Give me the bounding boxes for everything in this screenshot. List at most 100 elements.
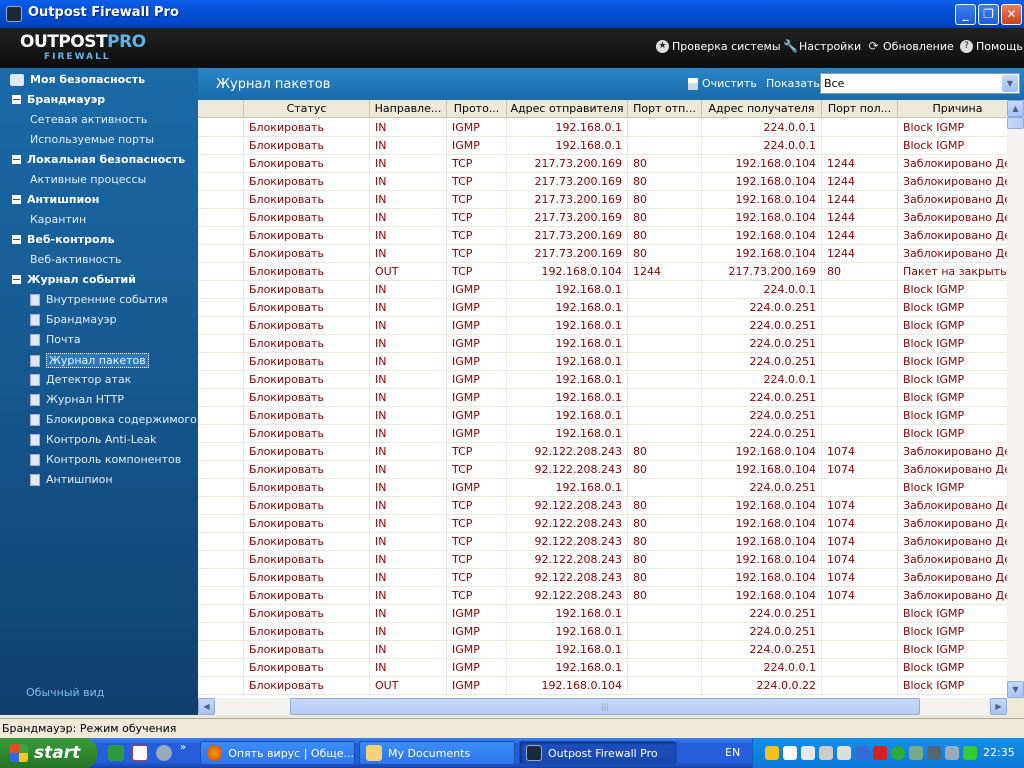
system-check-button[interactable]: ★ Проверка системы bbox=[656, 40, 781, 53]
tray-icon[interactable] bbox=[891, 746, 905, 760]
close-button[interactable]: ✕ bbox=[1001, 4, 1022, 25]
table-row[interactable]: Блокировать OUT TCP 192.168.0.104 1244 217.73… bbox=[198, 263, 1007, 281]
tray-icon[interactable] bbox=[909, 746, 923, 760]
minimize-button[interactable]: _ bbox=[955, 4, 976, 25]
collapse-icon[interactable] bbox=[12, 95, 21, 104]
tray-icon[interactable] bbox=[963, 746, 977, 760]
table-row[interactable]: Блокировать IN IGMP 192.168.0.1 224.0.0.251 B… bbox=[198, 605, 1007, 623]
column-header[interactable]: Прото... bbox=[447, 100, 507, 118]
collapse-icon[interactable] bbox=[12, 275, 21, 284]
table-row[interactable]: Блокировать IN IGMP 192.168.0.1 224.0.0.1 Blo… bbox=[198, 659, 1007, 677]
sidebar-item-web-activity[interactable]: Веб-активность bbox=[30, 253, 121, 266]
taskbar-item-my-documents[interactable]: My Documents bbox=[359, 741, 515, 765]
column-header[interactable]: Адрес отправителя bbox=[507, 100, 628, 118]
taskbar-item-firefox[interactable]: Опять вирус | Обще... bbox=[200, 741, 355, 765]
taskbar-item-outpost[interactable]: Outpost Firewall Pro bbox=[519, 741, 677, 765]
table-row[interactable]: Блокировать IN IGMP 192.168.0.1 224.0.0.251 B… bbox=[198, 389, 1007, 407]
sidebar-item-quarantine[interactable]: Карантин bbox=[30, 213, 86, 226]
table-row[interactable]: Блокировать IN IGMP 192.168.0.1 224.0.0.1 Blo… bbox=[198, 281, 1007, 299]
normal-view-link[interactable]: Обычный вид bbox=[26, 686, 104, 699]
table-row[interactable]: Блокировать IN TCP 217.73.200.169 80 192.168.… bbox=[198, 209, 1007, 227]
network-icon[interactable] bbox=[927, 746, 941, 760]
quicklaunch-icon[interactable] bbox=[156, 745, 172, 761]
sidebar-section-my-security[interactable]: Моя безопасность bbox=[10, 73, 145, 86]
sidebar-item-attack-detector[interactable]: Детектор атак bbox=[30, 373, 131, 386]
scroll-left-button[interactable]: ◀ bbox=[198, 698, 215, 715]
table-row[interactable]: Блокировать IN IGMP 192.168.0.1 224.0.0.251 B… bbox=[198, 425, 1007, 443]
sidebar-item-mail[interactable]: Почта bbox=[30, 333, 81, 346]
sidebar-item-component-control[interactable]: Контроль компонентов bbox=[30, 453, 181, 466]
table-row[interactable]: Блокировать IN IGMP 192.168.0.1 224.0.0.251 B… bbox=[198, 479, 1007, 497]
collapse-icon[interactable] bbox=[12, 155, 21, 164]
table-row[interactable]: Блокировать IN IGMP 192.168.0.1 224.0.0.251 B… bbox=[198, 353, 1007, 371]
sidebar-section-web-control[interactable]: Веб-контроль bbox=[12, 233, 115, 246]
table-row[interactable]: Блокировать IN TCP 92.122.208.243 80 192.168.… bbox=[198, 515, 1007, 533]
sidebar-item-anti-leak[interactable]: Контроль Anti-Leak bbox=[30, 433, 157, 446]
table-row[interactable]: Блокировать IN TCP 92.122.208.243 80 192.168.… bbox=[198, 587, 1007, 605]
table-row[interactable]: Блокировать IN TCP 217.73.200.169 80 192.168.… bbox=[198, 245, 1007, 263]
column-header[interactable]: Адрес получателя bbox=[702, 100, 822, 118]
table-row[interactable]: Блокировать IN IGMP 192.168.0.1 224.0.0.1 Blo… bbox=[198, 119, 1007, 137]
scroll-right-button[interactable]: ▶ bbox=[990, 698, 1007, 715]
horizontal-scrollbar[interactable]: ◀ ||| ▶ bbox=[198, 698, 1007, 715]
column-header[interactable] bbox=[198, 100, 244, 118]
horizontal-scroll-thumb[interactable]: ||| bbox=[290, 698, 920, 715]
vertical-scrollbar[interactable]: ▲ ▼ bbox=[1007, 100, 1024, 698]
table-row[interactable]: Блокировать IN TCP 92.122.208.243 80 192.168.… bbox=[198, 461, 1007, 479]
table-row[interactable]: Блокировать IN IGMP 192.168.0.1 224.0.0.251 B… bbox=[198, 317, 1007, 335]
column-header[interactable]: Порт отп... bbox=[628, 100, 702, 118]
table-row[interactable]: Блокировать IN IGMP 192.168.0.1 224.0.0.1 Blo… bbox=[198, 371, 1007, 389]
tray-icon[interactable] bbox=[801, 746, 815, 760]
language-indicator[interactable]: EN bbox=[725, 746, 740, 759]
table-row[interactable]: Блокировать IN TCP 92.122.208.243 80 192.168.… bbox=[198, 497, 1007, 515]
table-row[interactable]: Блокировать OUT IGMP 192.168.0.104 224.0.0.2… bbox=[198, 677, 1007, 695]
column-header[interactable]: Порт пол... bbox=[822, 100, 898, 118]
maximize-button[interactable]: ❐ bbox=[978, 4, 999, 25]
start-button[interactable]: start bbox=[0, 738, 97, 768]
table-row[interactable]: Блокировать IN TCP 92.122.208.243 80 192.168.… bbox=[198, 569, 1007, 587]
sidebar-item-content-blocking[interactable]: Блокировка содержимого bbox=[30, 413, 197, 426]
column-header[interactable]: Статус bbox=[244, 100, 370, 118]
table-row[interactable]: Блокировать IN TCP 217.73.200.169 80 192.168.… bbox=[198, 191, 1007, 209]
collapse-icon[interactable] bbox=[12, 195, 21, 204]
sidebar-item-http-log[interactable]: Журнал HTTP bbox=[30, 393, 124, 406]
sidebar-item-firewall-log[interactable]: Брандмауэр bbox=[30, 313, 117, 326]
table-row[interactable]: Блокировать IN IGMP 192.168.0.1 224.0.0.251 B… bbox=[198, 407, 1007, 425]
table-row[interactable]: Блокировать IN IGMP 192.168.0.1 224.0.0.251 B… bbox=[198, 299, 1007, 317]
quicklaunch-icon[interactable] bbox=[108, 745, 124, 761]
sidebar-item-packet-log[interactable]: Журнал пакетов bbox=[30, 353, 149, 368]
tray-icon[interactable] bbox=[945, 746, 959, 760]
shield-icon[interactable] bbox=[765, 746, 779, 760]
chevron-down-icon[interactable]: ▼ bbox=[1002, 75, 1018, 92]
table-row[interactable]: Блокировать IN IGMP 192.168.0.1 224.0.0.1 Blo… bbox=[198, 137, 1007, 155]
column-header[interactable]: Причина bbox=[898, 100, 1007, 118]
tray-icon[interactable] bbox=[873, 746, 887, 760]
table-row[interactable]: Блокировать IN TCP 92.122.208.243 80 192.168.… bbox=[198, 533, 1007, 551]
collapse-icon[interactable] bbox=[12, 235, 21, 244]
column-header[interactable]: Направле... bbox=[370, 100, 447, 118]
table-row[interactable]: Блокировать IN TCP 92.122.208.243 80 192.168.… bbox=[198, 443, 1007, 461]
table-row[interactable]: Блокировать IN TCP 217.73.200.169 80 192.168.… bbox=[198, 227, 1007, 245]
update-button[interactable]: ⟳ Обновление bbox=[867, 40, 953, 54]
vertical-scroll-thumb[interactable] bbox=[1007, 117, 1024, 129]
sidebar-item-internal-events[interactable]: Внутренние события bbox=[30, 293, 168, 306]
sidebar-section-antispy[interactable]: Антишпион bbox=[12, 193, 99, 206]
table-row[interactable]: Блокировать IN TCP 217.73.200.169 80 192.168.… bbox=[198, 155, 1007, 173]
sidebar-section-firewall[interactable]: Брандмауэр bbox=[12, 93, 105, 106]
sidebar-item-network-activity[interactable]: Сетевая активность bbox=[30, 113, 147, 126]
tray-icon[interactable] bbox=[783, 746, 797, 760]
sidebar-section-event-log[interactable]: Журнал событий bbox=[12, 273, 136, 286]
sidebar-item-used-ports[interactable]: Используемые порты bbox=[30, 133, 154, 146]
scroll-down-button[interactable]: ▼ bbox=[1007, 681, 1024, 698]
clear-button[interactable]: Очистить bbox=[688, 77, 757, 90]
table-row[interactable]: Блокировать IN IGMP 192.168.0.1 224.0.0.251 B… bbox=[198, 641, 1007, 659]
tray-icon[interactable] bbox=[855, 746, 869, 760]
help-button[interactable]: ? Помощь bbox=[960, 40, 1023, 53]
show-filter-select[interactable]: Все ▼ bbox=[820, 73, 1020, 94]
table-row[interactable]: Блокировать IN TCP 217.73.200.169 80 192.168.… bbox=[198, 173, 1007, 191]
sidebar-item-antispy-log[interactable]: Антишпион bbox=[30, 473, 113, 486]
tray-icon[interactable] bbox=[837, 746, 851, 760]
table-row[interactable]: Блокировать IN IGMP 192.168.0.1 224.0.0.251 B… bbox=[198, 623, 1007, 641]
scroll-up-button[interactable]: ▲ bbox=[1007, 100, 1024, 117]
chevron-right-icon[interactable]: » bbox=[180, 742, 186, 753]
